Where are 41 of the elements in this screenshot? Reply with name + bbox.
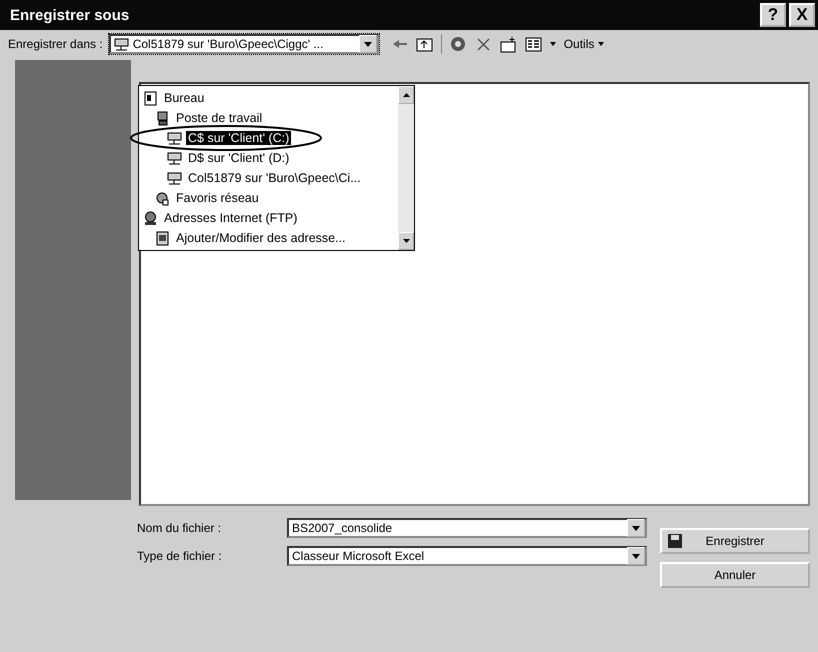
location-item[interactable]: Adresses Internet (FTP) xyxy=(139,208,398,228)
globe-icon xyxy=(143,210,158,226)
save-in-value: Col51879 sur 'Buro\Gpeec\Ciggc' ... xyxy=(132,37,324,51)
new-folder-icon[interactable] xyxy=(500,36,517,52)
up-folder-icon[interactable] xyxy=(416,36,433,52)
scrollbar[interactable] xyxy=(398,86,414,250)
caret-icon[interactable] xyxy=(550,42,556,46)
dropdown-arrow-icon[interactable] xyxy=(632,526,640,530)
computer-icon xyxy=(155,110,170,126)
delete-icon[interactable] xyxy=(474,36,492,52)
file-name-label: Nom du fichier : xyxy=(137,521,222,535)
network-drive-icon xyxy=(167,130,182,146)
location-item[interactable]: C$ sur 'Client' (C:) xyxy=(139,128,398,148)
save-in-dropdown[interactable]: Col51879 sur 'Buro\Gpeec\Ciggc' ... xyxy=(108,34,379,54)
desktop-icon xyxy=(143,90,158,106)
location-item[interactable]: Ajouter/Modifier des adresse... xyxy=(139,228,398,248)
page-icon xyxy=(155,230,170,246)
file-type-label: Type de fichier : xyxy=(137,549,223,563)
location-item[interactable]: D$ sur 'Client' (D:) xyxy=(139,148,398,168)
scroll-up-icon[interactable] xyxy=(402,93,410,97)
location-item[interactable]: Col51879 sur 'Buro\Gpeec\Ci... xyxy=(139,168,398,188)
network-drive-icon xyxy=(167,170,182,186)
tools-menu[interactable]: Outils xyxy=(564,37,604,51)
location-item[interactable]: Favoris réseau xyxy=(139,188,398,208)
close-button[interactable]: X xyxy=(789,3,815,27)
scroll-down-icon[interactable] xyxy=(402,239,410,243)
save-in-label: Enregistrer dans : xyxy=(8,37,103,51)
window-title: Enregistrer sous xyxy=(10,6,130,24)
save-button[interactable]: Enregistrer xyxy=(660,528,810,554)
help-button[interactable]: ? xyxy=(760,3,786,27)
views-icon[interactable] xyxy=(524,36,542,52)
network-icon xyxy=(155,190,170,206)
caret-icon xyxy=(598,42,604,46)
dropdown-arrow-icon[interactable] xyxy=(632,554,640,558)
cancel-button[interactable]: Annuler xyxy=(660,562,810,588)
network-drive-icon xyxy=(114,36,129,52)
file-type-field[interactable]: Classeur Microsoft Excel xyxy=(287,546,647,566)
location-item[interactable]: Bureau xyxy=(139,88,398,108)
file-name-field[interactable]: BS2007_consolide xyxy=(287,518,647,538)
location-item[interactable]: Poste de travail xyxy=(139,108,398,128)
network-drive-icon xyxy=(167,150,182,166)
